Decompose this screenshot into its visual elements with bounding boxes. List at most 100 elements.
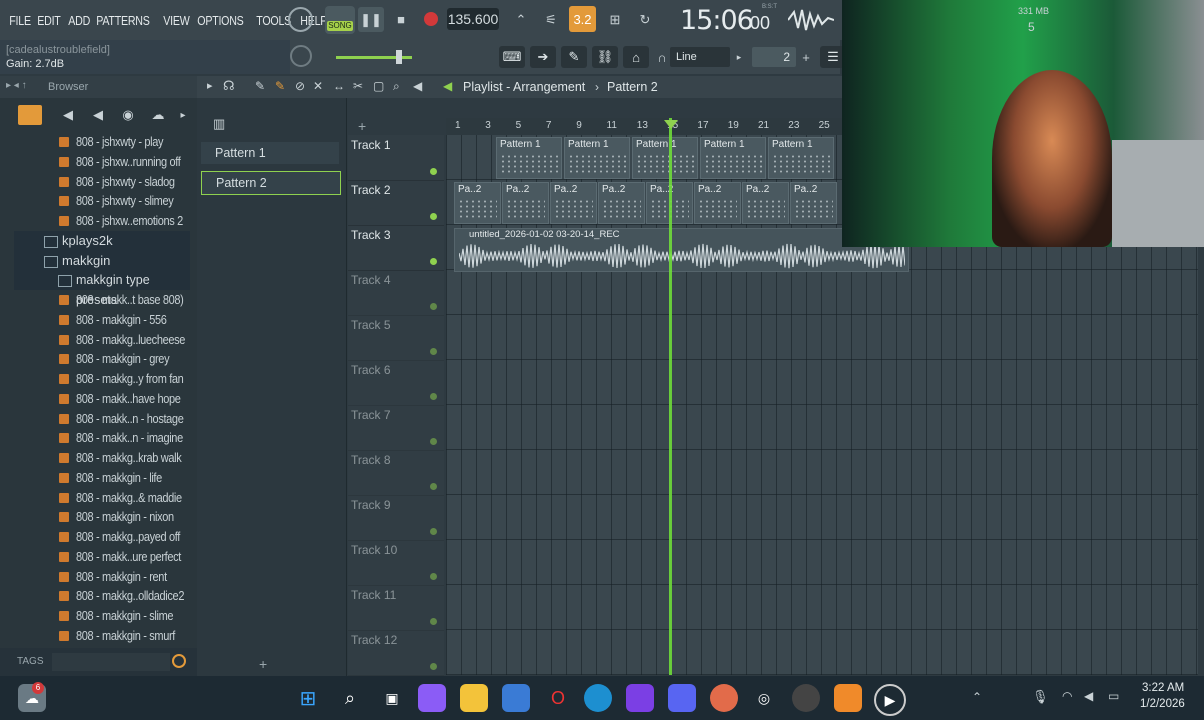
browser-file-item[interactable]: 808 - makkgin - life xyxy=(0,468,197,488)
menu-options[interactable]: OPTIONS xyxy=(194,13,247,28)
track-header[interactable]: Track 9 xyxy=(348,495,444,541)
slice-icon[interactable]: ✂ xyxy=(353,79,363,93)
pattern-clip[interactable]: Pa..2 xyxy=(550,182,597,224)
snap-dropdown-icon[interactable]: ▸ xyxy=(732,47,746,67)
pattern-clip[interactable]: Pa..2 xyxy=(598,182,645,224)
pattern-clip[interactable]: Pa..2 xyxy=(454,182,501,224)
playback-icon[interactable]: ◀ xyxy=(413,79,422,93)
track-led-icon[interactable] xyxy=(430,303,437,310)
pattern-clip[interactable]: Pa..2 xyxy=(742,182,789,224)
add-pattern-button[interactable]: + xyxy=(259,656,267,672)
menu-file[interactable]: FILE xyxy=(6,13,34,28)
wait-input-icon[interactable]: ⚟ xyxy=(538,7,564,32)
task-view-icon[interactable]: ▣ xyxy=(378,684,406,712)
pattern-clip[interactable]: Pattern 1 xyxy=(768,137,834,179)
browser-file-item[interactable]: 808 - makkg..& maddie xyxy=(0,488,197,508)
browser-speaker-icon[interactable]: ◀ xyxy=(58,105,78,125)
piano-icon[interactable]: ▥ xyxy=(213,116,225,132)
camera-icon[interactable]: ◎ xyxy=(750,684,778,712)
browser-file-item[interactable]: 808 - jshxwty - play xyxy=(0,132,197,152)
browser-file-item[interactable]: 808 - jshxw..emotions 2 xyxy=(0,211,197,231)
pattern-clip[interactable]: Pa..2 xyxy=(502,182,549,224)
track-led-icon[interactable] xyxy=(430,213,437,220)
browser-cloud-icon[interactable]: ☁ xyxy=(148,105,168,125)
link-icon[interactable]: ⛓ xyxy=(592,46,618,68)
discord-icon[interactable] xyxy=(668,684,696,712)
browser-file-item[interactable]: 808 - makkg..luecheese xyxy=(0,330,197,350)
browser-file-item[interactable]: 808 - makk..n - hostage xyxy=(0,409,197,429)
timeline-ruler[interactable]: 1 3 5 7 9 11 13 15 17 19 21 23 25 xyxy=(446,118,846,135)
pencil-icon[interactable]: ✎ xyxy=(255,79,265,93)
menu-edit[interactable]: EDIT xyxy=(34,13,64,28)
pattern-clip[interactable]: Pattern 1 xyxy=(700,137,766,179)
track-led-icon[interactable] xyxy=(430,393,437,400)
browser-plugin-icon[interactable]: ◀ xyxy=(88,105,108,125)
chrome-icon[interactable] xyxy=(792,684,820,712)
track-header[interactable]: Track 6 xyxy=(348,360,444,406)
playlist-options-icon[interactable]: ▸ xyxy=(207,79,213,92)
fl-studio-icon[interactable] xyxy=(834,684,862,712)
browser-file-item[interactable]: 808 - jshxwty - sladog xyxy=(0,172,197,192)
track-led-icon[interactable] xyxy=(430,168,437,175)
pause-button[interactable]: ❚❚ xyxy=(358,7,384,32)
song-mode-toggle[interactable]: SONG xyxy=(325,6,355,34)
pattern-clip[interactable]: Pa..2 xyxy=(694,182,741,224)
brush-icon[interactable]: ✎ xyxy=(275,79,285,93)
browser-file-item[interactable]: 808 - jshxw..running off xyxy=(0,152,197,172)
browser-menu-icon[interactable]: ▸ ◂ ↑ xyxy=(6,80,27,91)
track-led-icon[interactable] xyxy=(430,483,437,490)
browser-folder-item[interactable]: kplays2k xyxy=(14,230,190,251)
mute-icon[interactable]: ✕ xyxy=(313,79,323,93)
track-header[interactable]: Track 7 xyxy=(348,405,444,451)
master-volume-knob[interactable] xyxy=(288,7,313,32)
pattern-clip[interactable]: Pattern 1 xyxy=(496,137,562,179)
tags-input[interactable] xyxy=(52,653,170,671)
copilot-icon[interactable] xyxy=(418,684,446,712)
menu-add[interactable]: ADD xyxy=(65,13,93,28)
browser-globe-icon[interactable]: ◉ xyxy=(118,105,138,125)
volume-icon[interactable]: ◀ xyxy=(1084,689,1093,703)
countdown-button[interactable]: 3.2 xyxy=(569,6,596,32)
browser-file-item[interactable]: 808 - makkgin - slime xyxy=(0,606,197,626)
pattern-item-2[interactable]: Pattern 2 xyxy=(201,171,341,195)
audio-clip[interactable]: untitled_2026-01-02 03-20-14_REC xyxy=(454,228,909,272)
taskbar-time[interactable]: 3:22 AM xyxy=(1142,682,1184,694)
pattern-clip[interactable]: Pattern 1 xyxy=(564,137,630,179)
app-icon[interactable] xyxy=(502,684,530,712)
browser-file-item[interactable]: 808 - makkgin - rent xyxy=(0,567,197,587)
browser-filter-icon[interactable] xyxy=(18,105,42,125)
magnet-icon[interactable]: ∩ xyxy=(656,48,668,66)
edge-icon[interactable] xyxy=(584,684,612,712)
browser-file-item[interactable]: 808 - makkgin - 556 xyxy=(0,310,197,330)
delete-icon[interactable]: ⊘ xyxy=(295,79,305,93)
track-header[interactable]: Track 11 xyxy=(348,585,444,631)
plus-icon[interactable]: + xyxy=(800,48,812,66)
mic-icon[interactable]: 🎙 xyxy=(1032,689,1049,705)
loop-record-icon[interactable]: ↻ xyxy=(632,7,658,32)
step-field[interactable]: 2 xyxy=(752,47,796,67)
browser-file-item[interactable]: 808 - makkgin - smurf xyxy=(0,626,197,646)
search-icon[interactable] xyxy=(172,654,186,668)
file-explorer-icon[interactable] xyxy=(460,684,488,712)
add-track-button[interactable]: + xyxy=(358,118,366,134)
browser-file-item[interactable]: 808 - makk..ure perfect xyxy=(0,547,197,567)
track-header[interactable]: Track 2 xyxy=(348,180,444,226)
wifi-icon[interactable]: ◠ xyxy=(1062,689,1072,703)
arrow-right-icon[interactable]: ➔ xyxy=(530,46,556,68)
tray-chevron-icon[interactable]: ⌃ xyxy=(972,690,982,704)
browser-arrow-icon[interactable]: ▸ xyxy=(176,105,190,125)
browser-file-item[interactable]: 808 - makkg..olldadice2 xyxy=(0,586,197,606)
tempo-display[interactable]: 135.600 xyxy=(447,8,499,30)
browser-file-item[interactable]: 808 - makkg..krab walk xyxy=(0,448,197,468)
track-led-icon[interactable] xyxy=(430,663,437,670)
arrangement-icon[interactable]: ◀ xyxy=(443,79,452,93)
browser-file-item[interactable]: 808 - makkgin - nixon xyxy=(0,507,197,527)
opera-icon[interactable]: O xyxy=(544,684,572,712)
taskbar-date[interactable]: 1/2/2026 xyxy=(1140,698,1185,710)
search-icon[interactable]: ⌕ xyxy=(336,684,364,712)
select-icon[interactable]: ▢ xyxy=(373,79,384,93)
track-led-icon[interactable] xyxy=(430,258,437,265)
track-header[interactable]: Track 8 xyxy=(348,450,444,496)
metronome-icon[interactable]: ⌃ xyxy=(508,7,534,32)
track-led-icon[interactable] xyxy=(430,438,437,445)
